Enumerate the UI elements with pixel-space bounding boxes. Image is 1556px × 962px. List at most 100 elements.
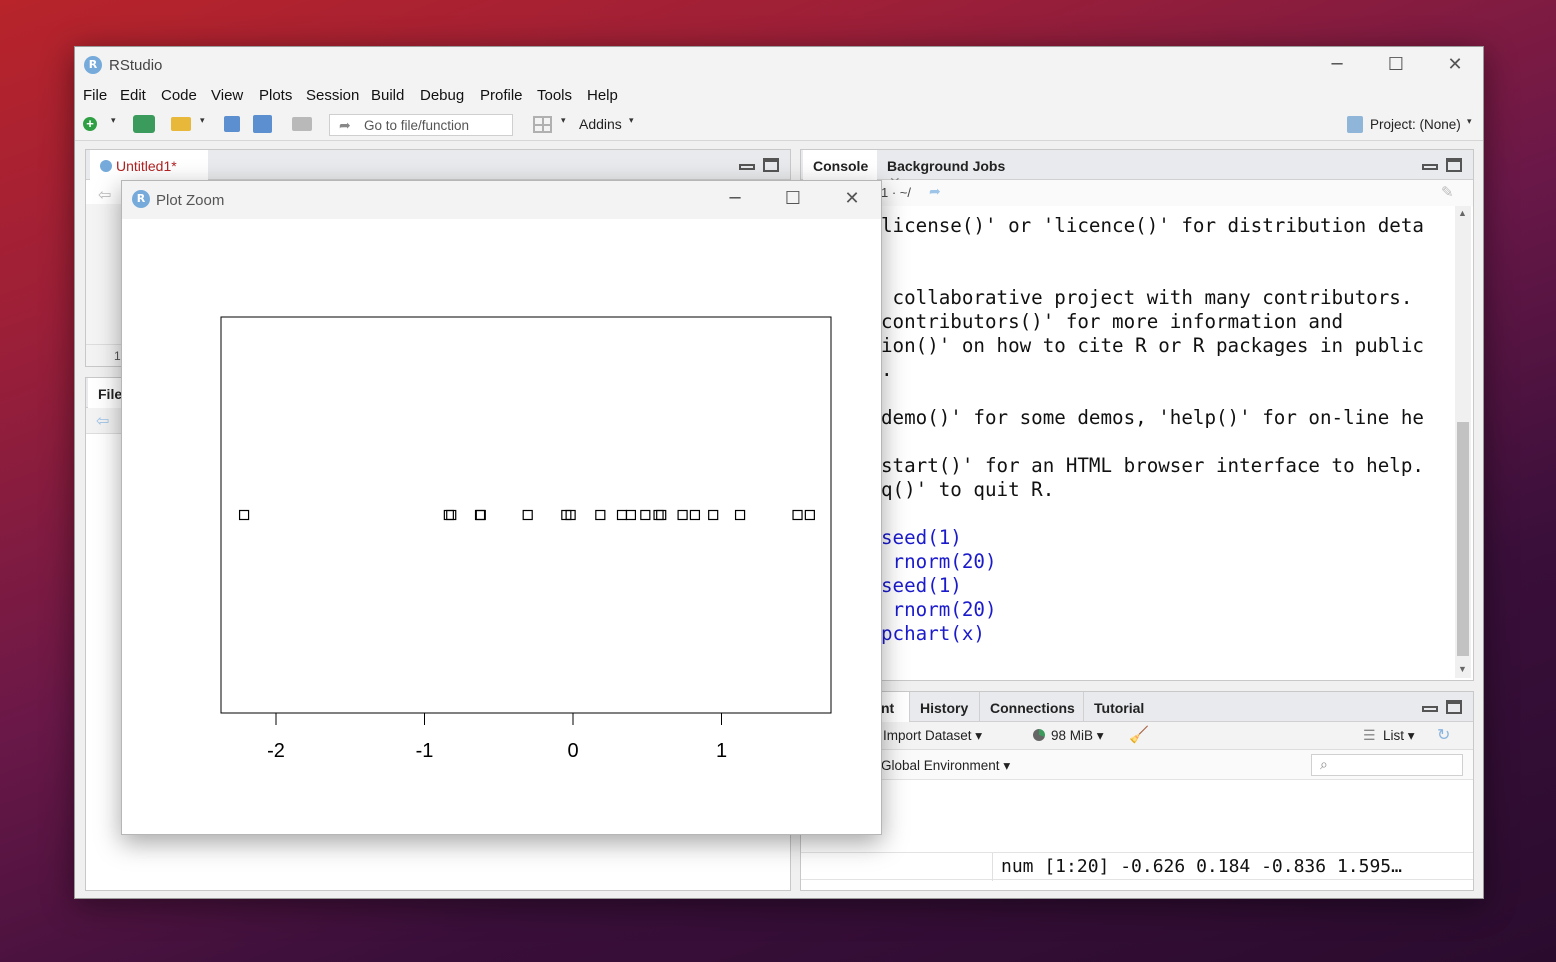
- memory-usage[interactable]: 98 MiB ▾: [1051, 728, 1104, 744]
- minimize-pane-icon[interactable]: [1422, 706, 1438, 712]
- minimize-pane-icon[interactable]: [1422, 164, 1438, 170]
- new-file-icon[interactable]: +: [83, 117, 97, 131]
- row-divider: [992, 853, 993, 881]
- tab-console[interactable]: Console: [803, 150, 877, 180]
- data-point: [792, 509, 803, 521]
- tab-connections[interactable]: Connections: [979, 692, 1083, 722]
- console-header: 1 · ~/ ➦ ✎: [801, 180, 1473, 206]
- menu-tools[interactable]: Tools: [537, 87, 572, 104]
- tab-tutorial[interactable]: Tutorial: [1083, 692, 1157, 722]
- scroll-up-icon[interactable]: ▲: [1458, 208, 1467, 218]
- new-project-icon[interactable]: [133, 115, 155, 133]
- x-tick-label: -2: [267, 740, 285, 762]
- maximize-icon[interactable]: ☐: [778, 184, 808, 214]
- source-tabstrip: Untitled1*: [86, 150, 790, 180]
- data-point: [595, 509, 606, 521]
- data-point: [656, 509, 667, 521]
- back-icon[interactable]: ⇦: [98, 185, 111, 205]
- dropdown-arrow-icon[interactable]: ▾: [111, 115, 116, 126]
- clear-console-icon[interactable]: ✎: [1441, 183, 1454, 201]
- variable-row[interactable]: num [1:20] -0.626 0.184 -0.836 1.595…: [801, 852, 1473, 881]
- save-icon[interactable]: [224, 116, 240, 132]
- go-to-arrow-icon: ➦: [339, 117, 351, 133]
- data-point: [443, 509, 454, 521]
- grid-layout-icon[interactable]: [533, 116, 552, 133]
- environment-search-input[interactable]: ⌕: [1311, 754, 1463, 776]
- environment-toolbar: Import Dataset ▾ 98 MiB ▾ 🧹 ☰ List ▾ ↻: [801, 722, 1473, 750]
- r-file-icon: [100, 160, 112, 172]
- back-icon[interactable]: ⇦: [96, 411, 109, 431]
- menu-view[interactable]: View: [211, 87, 243, 104]
- print-icon[interactable]: [292, 117, 312, 131]
- import-dataset-button[interactable]: Import Dataset ▾: [883, 728, 982, 744]
- tab-untitled1[interactable]: Untitled1*: [90, 150, 208, 180]
- menu-help[interactable]: Help: [587, 87, 618, 104]
- environment-pane: nt History Connections Tutorial Import D…: [800, 691, 1474, 891]
- menu-file[interactable]: File: [83, 87, 107, 104]
- save-all-icon[interactable]: [253, 115, 272, 133]
- data-point: [474, 509, 486, 521]
- gutter: [86, 204, 122, 344]
- console-scrollbar[interactable]: ▲ ▼: [1455, 206, 1471, 678]
- refresh-icon[interactable]: ↻: [1437, 725, 1450, 745]
- scope-bar: Global Environment ▾ ⌕: [801, 750, 1473, 780]
- x-tick-label: 1: [716, 740, 727, 762]
- menu-edit[interactable]: Edit: [120, 87, 146, 104]
- tab-background-jobs[interactable]: Background Jobs ✕: [877, 150, 1027, 190]
- broom-icon[interactable]: 🧹: [1129, 725, 1149, 745]
- menu-code[interactable]: Code: [161, 87, 197, 104]
- maximize-pane-icon[interactable]: [1446, 700, 1462, 714]
- project-menu[interactable]: Project: (None): [1370, 117, 1461, 132]
- menu-profile[interactable]: Profile: [480, 87, 523, 104]
- dropdown-arrow-icon[interactable]: ▾: [629, 115, 634, 126]
- dropdown-arrow-icon[interactable]: ▾: [200, 115, 205, 126]
- console-line: collaborative project with many contribu…: [881, 286, 1413, 309]
- menu-bar: File Edit Code View Plots Session Build …: [75, 83, 1483, 109]
- close-icon[interactable]: ✕: [1440, 50, 1470, 80]
- menu-plots[interactable]: Plots: [259, 87, 292, 104]
- maximize-pane-icon[interactable]: [763, 158, 779, 172]
- console-command: rnorm(20): [881, 550, 997, 573]
- window-title: RStudio: [109, 57, 163, 74]
- menu-debug[interactable]: Debug: [420, 87, 464, 104]
- main-toolbar: + ▾ ▾ Go to file/function ➦ ▾ Addins ▾ P…: [75, 109, 1483, 141]
- dropdown-arrow-icon[interactable]: ▾: [561, 115, 566, 126]
- dropdown-arrow-icon[interactable]: ▾: [1467, 116, 1472, 127]
- working-directory: 1 · ~/: [881, 185, 911, 200]
- go-to-file-input[interactable]: Go to file/function: [329, 114, 513, 136]
- minimize-pane-icon[interactable]: [739, 164, 755, 170]
- environment-scope-dropdown[interactable]: Global Environment ▾: [881, 758, 1010, 774]
- console-line: .: [881, 358, 893, 381]
- plot-zoom-title-bar: R Plot Zoom ─ ☐ ✕: [122, 181, 881, 219]
- maximize-pane-icon[interactable]: [1446, 158, 1462, 172]
- console-line: start()' for an HTML browser interface t…: [881, 454, 1424, 477]
- data-point: [734, 509, 746, 521]
- maximize-icon[interactable]: ☐: [1381, 50, 1411, 80]
- close-icon[interactable]: ✕: [837, 184, 867, 214]
- go-to-directory-icon[interactable]: ➦: [929, 183, 941, 200]
- console-tabstrip: Console Background Jobs ✕: [801, 150, 1473, 190]
- console-command: seed(1): [881, 574, 962, 597]
- data-point: [804, 509, 815, 521]
- console-line: q()' to quit R.: [881, 478, 1055, 501]
- memory-icon: [1033, 729, 1045, 741]
- open-file-icon[interactable]: [171, 117, 191, 131]
- title-bar: R RStudio ─ ☐ ✕: [75, 47, 1483, 83]
- data-point: [689, 509, 701, 521]
- tab-history[interactable]: History: [909, 692, 979, 722]
- view-mode-dropdown[interactable]: List ▾: [1383, 728, 1415, 744]
- console-command: rnorm(20): [881, 598, 997, 621]
- menu-session[interactable]: Session: [306, 87, 359, 104]
- data-point: [475, 509, 486, 521]
- menu-build[interactable]: Build: [371, 87, 404, 104]
- addins-menu[interactable]: Addins: [579, 116, 622, 132]
- minimize-icon[interactable]: ─: [720, 184, 750, 214]
- data-point: [446, 509, 457, 521]
- data-point: [653, 509, 664, 521]
- plot-zoom-window: R Plot Zoom ─ ☐ ✕ -2 -1 0 1: [121, 180, 882, 835]
- console-pane: Console Background Jobs ✕ 1 · ~/ ➦ ✎ lic…: [800, 149, 1474, 681]
- data-point: [625, 509, 637, 521]
- scroll-thumb[interactable]: [1457, 422, 1469, 656]
- scroll-down-icon[interactable]: ▼: [1458, 664, 1467, 674]
- minimize-icon[interactable]: ─: [1322, 50, 1352, 80]
